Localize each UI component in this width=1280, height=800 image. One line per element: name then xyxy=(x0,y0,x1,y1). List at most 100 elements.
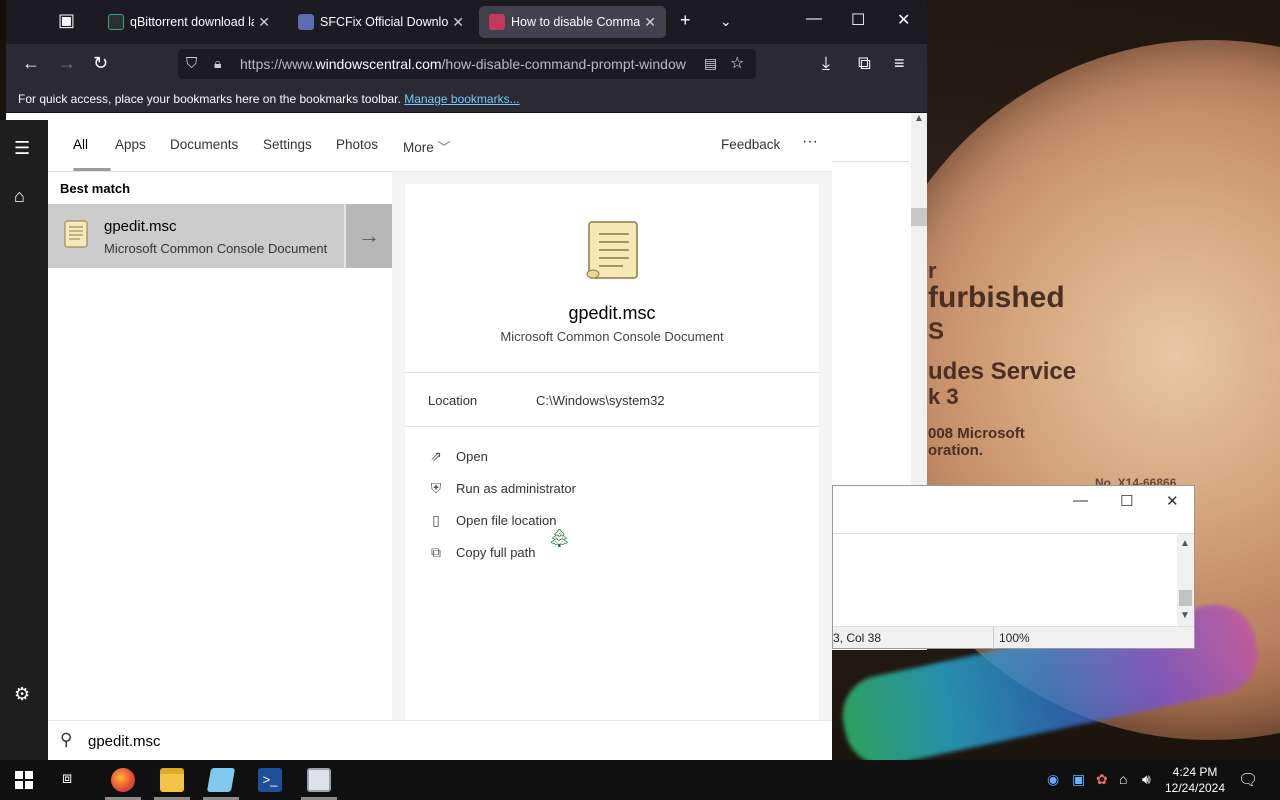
expand-arrow-button[interactable]: → xyxy=(344,204,392,268)
status-divider xyxy=(993,627,994,649)
best-match-result[interactable]: gpedit.msc Microsoft Common Console Docu… xyxy=(48,204,392,268)
downloads-icon[interactable]: ⤓ xyxy=(822,53,830,74)
bookmark-star-icon[interactable]: ☆ xyxy=(730,53,744,73)
taskbar: ⧈ >_ ◉ ▣ ✿ ⌂ 🔊︎ 4:24 PM 12/24/2024 🗨︎ xyxy=(0,760,1280,800)
start-rail: ☰ ⌂ ⚙ xyxy=(0,120,48,760)
divider xyxy=(405,426,819,427)
home-icon[interactable]: ⌂ xyxy=(14,186,25,207)
detail-title: gpedit.msc xyxy=(568,303,656,323)
close-icon[interactable]: ✕ xyxy=(1166,492,1179,510)
firefox-icon[interactable] xyxy=(111,768,135,792)
best-match-heading: Best match xyxy=(60,181,131,196)
tab-settings[interactable]: Settings xyxy=(263,137,312,152)
disc-text: furbished xyxy=(928,281,1065,314)
search-input[interactable]: gpedit.msc xyxy=(88,733,161,750)
lock-icon[interactable]: 🔒︎ xyxy=(214,55,221,72)
clock-time: 4:24 PM xyxy=(1172,765,1218,779)
file-explorer-icon[interactable] xyxy=(160,768,184,792)
action-open-file-location[interactable]: ▯ Open file location xyxy=(427,510,556,530)
bookmarks-toolbar: For quick access, place your bookmarks h… xyxy=(6,84,927,113)
action-open[interactable]: ⇗ Open xyxy=(427,446,488,466)
action-copy-full-path[interactable]: ⧉ Copy full path xyxy=(427,542,536,562)
search-filter-tabs: All Apps Documents Settings Photos More … xyxy=(48,120,832,172)
network-icon[interactable]: ⌂ xyxy=(1119,771,1127,787)
powershell-icon[interactable]: >_ xyxy=(258,768,282,792)
disc-text: oration. xyxy=(928,442,983,459)
disc-text: S xyxy=(928,318,945,345)
chevron-down-icon[interactable]: ⌄ xyxy=(720,13,732,30)
notepad-titlebar[interactable]: — ☐ ✕ xyxy=(833,486,1194,534)
url-bar[interactable]: ⛉ 🔒︎ https://www.windowscentral.com/how-… xyxy=(178,49,756,79)
notepad-icon[interactable] xyxy=(206,768,236,792)
close-icon[interactable]: ✕ xyxy=(897,10,910,30)
url-text[interactable]: https://www.windowscentral.com/how-disab… xyxy=(240,56,692,72)
scroll-down-icon[interactable]: ▼ xyxy=(1180,610,1190,621)
disc-text: udes Service xyxy=(928,358,1077,385)
notifications-icon[interactable]: 🗨︎ xyxy=(1238,770,1258,790)
windowscentral-favicon-icon xyxy=(489,14,505,30)
tab-label: qBittorrent download late xyxy=(130,15,254,29)
forward-icon[interactable]: → xyxy=(58,53,76,74)
tab-photos[interactable]: Photos xyxy=(336,137,378,152)
bookmark-prompt: For quick access, place your bookmarks h… xyxy=(18,92,401,106)
browser-tab-active[interactable]: How to disable Comman ✕ xyxy=(479,6,666,38)
search-icon: ⚲ xyxy=(60,730,73,749)
active-tab-indicator xyxy=(73,168,111,171)
tab-label: How to disable Comman xyxy=(511,15,641,29)
tray-people-icon[interactable]: ✿ xyxy=(1096,771,1108,788)
minimize-icon[interactable]: — xyxy=(1073,492,1088,509)
result-subtitle: Microsoft Common Console Document xyxy=(104,241,328,256)
new-tab-icon[interactable]: + xyxy=(680,10,691,31)
notepad-statusbar: 3, Col 38 100% xyxy=(833,626,1194,649)
scroll-up-icon[interactable]: ▲ xyxy=(1180,538,1190,549)
task-view-icon[interactable]: ⧈ xyxy=(62,770,72,788)
more-options-icon[interactable]: ··· xyxy=(802,133,818,151)
scroll-thumb[interactable] xyxy=(1179,590,1192,606)
windows-start-icon[interactable] xyxy=(15,771,33,789)
tab-close-icon[interactable]: ✕ xyxy=(452,14,464,31)
tab-more[interactable]: More ﹀ xyxy=(403,137,451,156)
page-divider xyxy=(832,161,910,162)
clock-date: 12/24/2024 xyxy=(1164,781,1226,795)
reload-icon[interactable]: ↻ xyxy=(93,53,108,74)
volume-icon[interactable]: 🔊︎ xyxy=(1142,771,1151,788)
action-run-as-administrator[interactable]: ⛨ Run as administrator xyxy=(427,478,576,498)
shield-icon[interactable]: ⛉ xyxy=(186,55,197,72)
notepad-scrollbar[interactable]: ▲ ▼ xyxy=(1177,534,1194,626)
qbittorrent-favicon-icon xyxy=(108,14,124,30)
document-scroll-icon xyxy=(586,221,638,279)
tab-close-icon[interactable]: ✕ xyxy=(258,14,270,31)
tab-apps[interactable]: Apps xyxy=(115,137,146,152)
menu-icon[interactable]: ≡ xyxy=(894,53,905,74)
feedback-button[interactable]: Feedback xyxy=(721,137,780,152)
network-globe-icon[interactable]: ◉ xyxy=(1047,771,1059,788)
minimize-icon[interactable]: — xyxy=(806,10,822,28)
detail-subtitle: Microsoft Common Console Document xyxy=(500,329,724,344)
mmc-console-icon[interactable] xyxy=(307,768,331,792)
tab-all[interactable]: All xyxy=(73,137,88,152)
manage-bookmarks-link[interactable]: Manage bookmarks... xyxy=(404,92,519,106)
cursor-position: 3, Col 38 xyxy=(833,631,882,645)
open-icon: ⇗ xyxy=(430,447,442,464)
back-icon[interactable]: ← xyxy=(22,53,40,74)
reader-view-icon[interactable]: ▤ xyxy=(704,55,717,72)
extensions-icon[interactable]: ⧉ xyxy=(858,53,871,74)
search-box[interactable]: ⚲ gpedit.msc xyxy=(48,720,832,760)
maximize-icon[interactable]: ☐ xyxy=(1120,492,1133,510)
hamburger-menu-icon[interactable]: ☰ xyxy=(14,138,30,159)
tab-label: SFCFix Official Download xyxy=(320,15,449,29)
start-search-panel: ☰ ⌂ ⚙ All Apps Documents Settings Photos… xyxy=(0,120,832,760)
system-clock[interactable]: 4:24 PM 12/24/2024 xyxy=(1160,764,1230,796)
maximize-icon[interactable]: ☐ xyxy=(851,10,865,30)
tab-documents[interactable]: Documents xyxy=(170,137,238,152)
chevron-down-icon: ﹀ xyxy=(437,140,451,155)
tab-close-icon[interactable]: ✕ xyxy=(644,14,656,31)
settings-gear-icon[interactable]: ⚙ xyxy=(14,684,30,705)
scroll-thumb[interactable] xyxy=(911,208,927,226)
browser-tab[interactable]: SFCFix Official Download ✕ xyxy=(288,6,474,38)
arrow-right-icon: → xyxy=(358,223,380,248)
tab-list-icon[interactable]: ▣ xyxy=(58,10,75,31)
browser-tab[interactable]: qBittorrent download late ✕ xyxy=(98,6,280,38)
tray-app-icon[interactable]: ▣ xyxy=(1072,771,1085,788)
scroll-up-icon[interactable]: ▲ xyxy=(914,113,924,124)
